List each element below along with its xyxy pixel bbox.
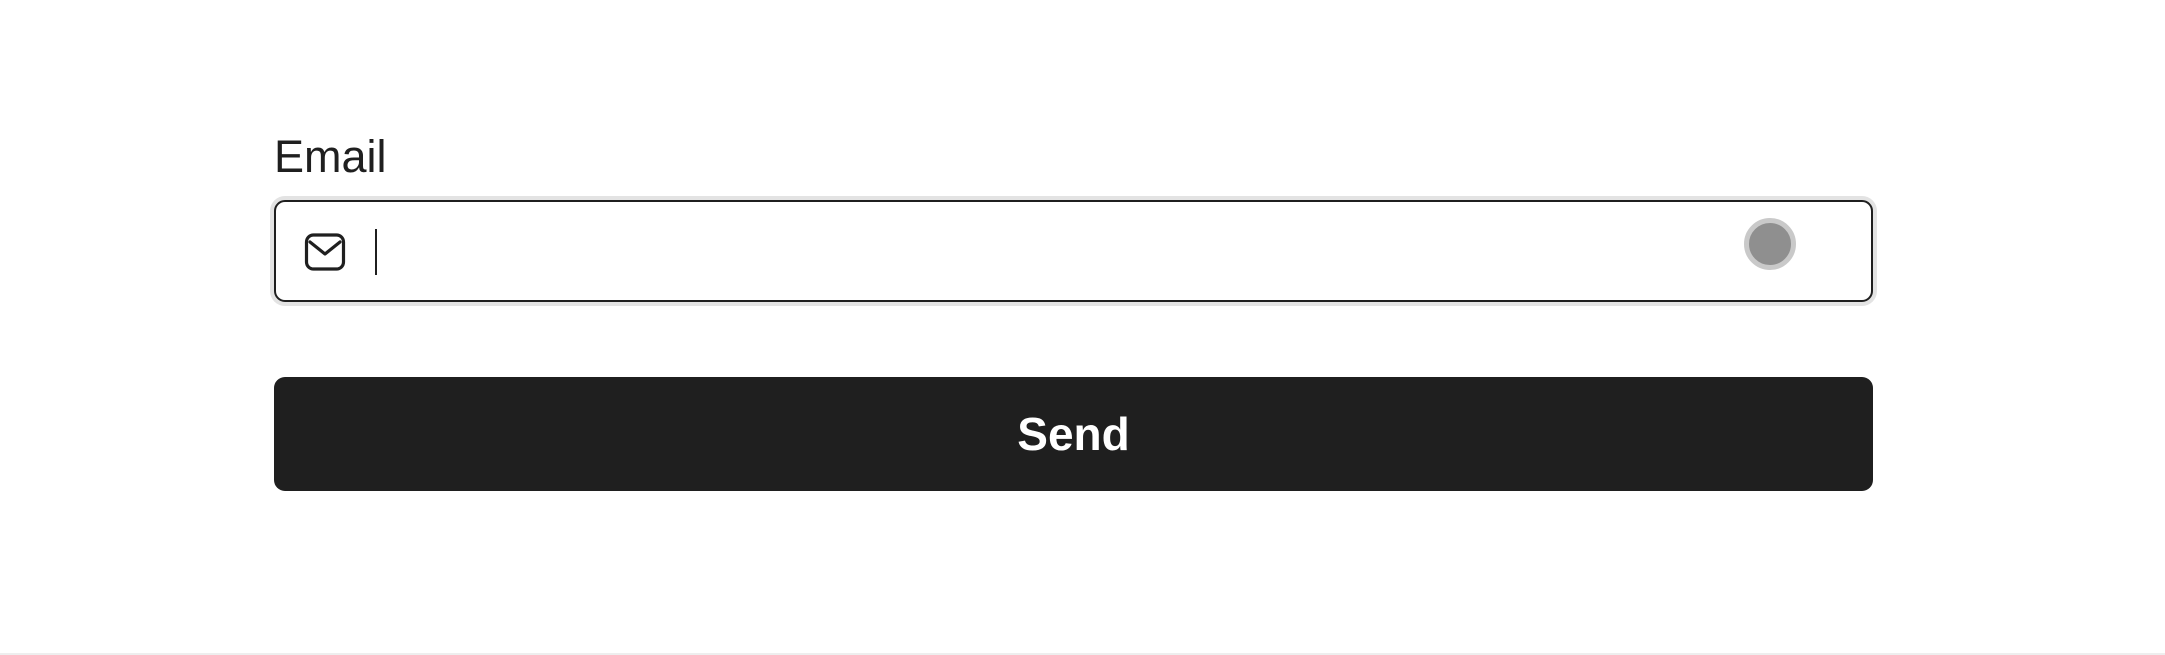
status-dot-icon (1744, 218, 1796, 270)
send-button[interactable]: Send (274, 377, 1873, 491)
email-field-container[interactable] (274, 200, 1873, 302)
mail-icon (304, 232, 346, 272)
email-input[interactable] (374, 222, 1674, 282)
email-label: Email (274, 131, 387, 182)
text-caret (375, 229, 377, 275)
email-form: Email Send (274, 120, 1873, 491)
